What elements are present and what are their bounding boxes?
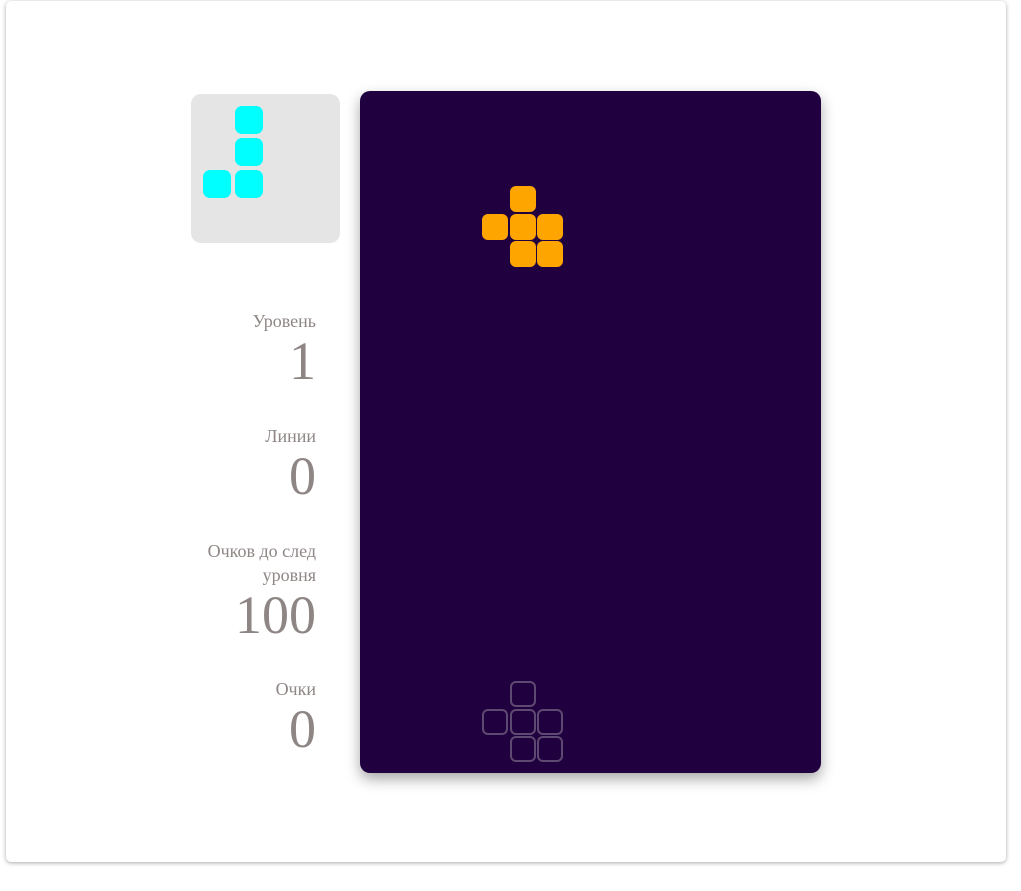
active-piece-block <box>509 213 536 240</box>
ghost-piece-block <box>509 708 536 735</box>
stat-points-to-next-level: Очков до след уровня 100 <box>166 539 316 643</box>
active-piece-block <box>509 241 536 267</box>
next-piece-preview <box>191 94 340 243</box>
points-to-next-value: 100 <box>235 585 316 645</box>
ghost-piece-block <box>537 708 563 735</box>
level-label: Уровень <box>252 311 316 331</box>
score-label: Очки <box>275 679 316 699</box>
ghost-piece-block <box>509 681 536 707</box>
next-piece-block <box>235 106 263 134</box>
stat-score: Очки 0 <box>150 677 316 757</box>
score-value: 0 <box>289 699 316 759</box>
ghost-piece-block <box>537 736 563 762</box>
active-piece-block <box>537 213 563 240</box>
game-board[interactable] <box>360 91 821 773</box>
ghost-piece-block <box>482 708 508 735</box>
active-piece-block <box>509 186 536 212</box>
next-piece-block <box>203 170 231 198</box>
points-to-next-label: Очков до след уровня <box>207 541 316 585</box>
next-piece-block <box>235 170 263 198</box>
active-piece-block <box>537 241 563 267</box>
level-value: 1 <box>289 331 316 391</box>
stat-lines: Линии 0 <box>150 424 316 504</box>
active-piece-block <box>482 213 508 240</box>
lines-value: 0 <box>289 446 316 506</box>
stat-level: Уровень 1 <box>150 309 316 389</box>
ghost-piece-block <box>509 736 536 762</box>
lines-label: Линии <box>265 426 316 446</box>
next-piece-block <box>235 138 263 166</box>
